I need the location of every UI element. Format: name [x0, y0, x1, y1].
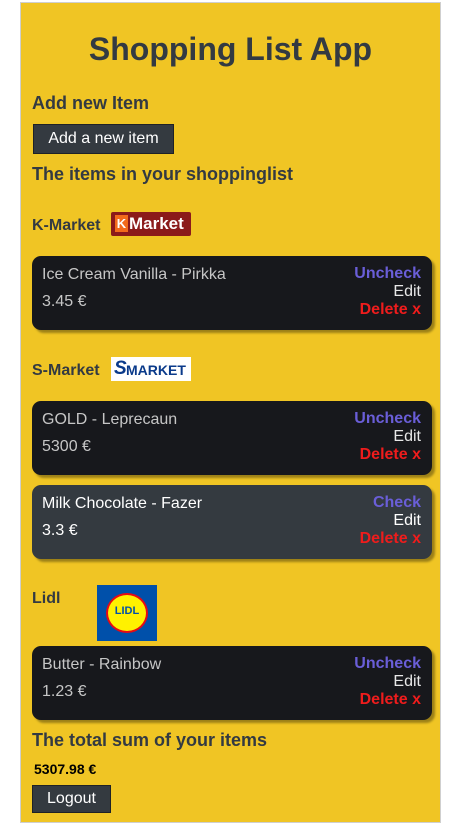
uncheck-button[interactable]: Uncheck — [354, 265, 421, 283]
total-heading: The total sum of your items — [32, 730, 268, 750]
shoppinglist-heading: The items in your shoppinglist — [32, 164, 294, 184]
k-market-logo: K Market — [111, 212, 191, 236]
page-title: Shopping List App — [88, 31, 373, 67]
app-panel: Shopping List App Add new Item Add a new… — [20, 2, 441, 823]
k-market-logo-text: Market — [129, 214, 184, 233]
list-item: GOLD - Leprecaun 5300 € Uncheck Edit Del… — [32, 401, 432, 475]
edit-button[interactable]: Edit — [393, 673, 421, 691]
list-item: Ice Cream Vanilla - Pirkka 3.45 € Unchec… — [32, 256, 432, 330]
edit-button[interactable]: Edit — [393, 283, 421, 301]
lidl-logo: LIDL — [97, 585, 157, 641]
add-item-button[interactable]: Add a new item — [33, 124, 174, 154]
s-market-logo: S MARKET — [111, 357, 191, 381]
item-name: Milk Chocolate - Fazer — [42, 495, 203, 512]
s-market-logo-text: MARKET — [126, 362, 186, 378]
item-price: 3.45 € — [42, 293, 87, 310]
item-price: 1.23 € — [42, 683, 87, 700]
total-value: 5307.98 € — [34, 761, 97, 777]
item-name: Ice Cream Vanilla - Pirkka — [42, 266, 226, 283]
item-price: 3.3 € — [42, 522, 78, 539]
store-name-k-market: K-Market — [32, 217, 101, 234]
store-name-lidl: Lidl — [32, 590, 61, 607]
edit-button[interactable]: Edit — [393, 512, 421, 530]
edit-button[interactable]: Edit — [393, 428, 421, 446]
item-name: Butter - Rainbow — [42, 656, 162, 673]
uncheck-button[interactable]: Uncheck — [354, 410, 421, 428]
uncheck-button[interactable]: Uncheck — [354, 655, 421, 673]
item-name: GOLD - Leprecaun — [42, 411, 178, 428]
logout-button[interactable]: Logout — [32, 785, 111, 813]
item-price: 5300 € — [42, 438, 91, 455]
lidl-logo-text: LIDL — [114, 605, 140, 617]
k-market-logo-mark: K — [115, 215, 128, 232]
add-item-heading: Add new Item — [32, 93, 150, 113]
store-name-s-market: S-Market — [32, 362, 100, 379]
s-market-logo-mark: S — [114, 358, 127, 379]
check-button[interactable]: Check — [373, 494, 421, 512]
list-item: Milk Chocolate - Fazer 3.3 € Check Edit … — [32, 485, 432, 559]
delete-button[interactable]: Delete x — [360, 446, 421, 464]
list-item: Butter - Rainbow 1.23 € Uncheck Edit Del… — [32, 646, 432, 720]
delete-button[interactable]: Delete x — [360, 691, 421, 709]
delete-button[interactable]: Delete x — [360, 301, 421, 319]
delete-button[interactable]: Delete x — [360, 530, 421, 548]
